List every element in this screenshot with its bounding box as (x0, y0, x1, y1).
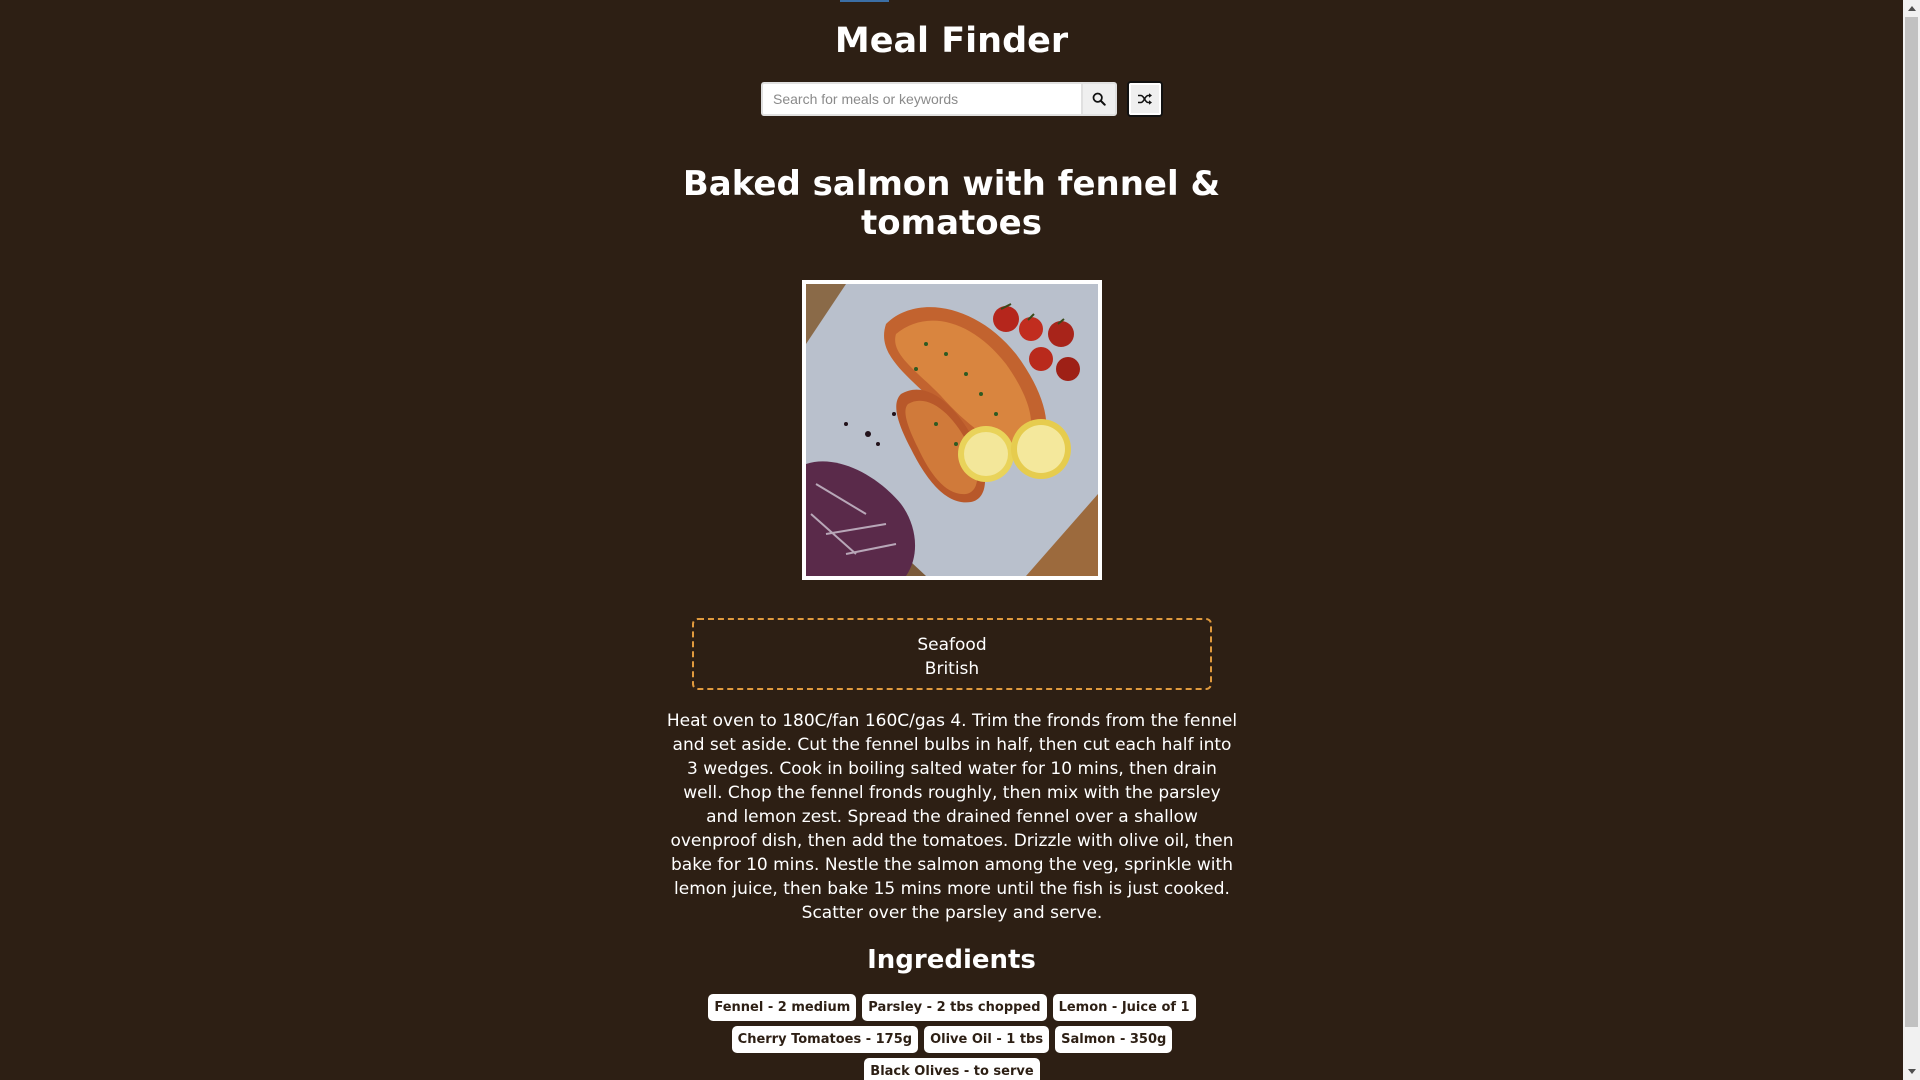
ingredient-item: Salmon - 350g (1055, 1026, 1173, 1053)
ingredient-item: Lemon - Juice of 1 (1052, 994, 1196, 1021)
meal-title-line-1: Baked salmon with fennel & (682, 164, 1221, 204)
top-accent-bar (840, 0, 889, 2)
shuffle-icon (1138, 93, 1152, 105)
search-button[interactable] (1081, 82, 1117, 116)
ingredient-item: Cherry Tomatoes - 175g (731, 1026, 919, 1053)
meal-image (802, 280, 1102, 580)
random-meal-button[interactable] (1127, 81, 1163, 117)
meal-area: British (924, 659, 980, 679)
meal-category: Seafood (917, 635, 987, 655)
caret-down-icon (1907, 1069, 1916, 1074)
ingredient-item: Black Olives - to serve (864, 1058, 1040, 1080)
meal-info-box: Seafood British (692, 618, 1212, 690)
meal-title: Baked salmon with fennel & tomatoes (0, 165, 1903, 243)
meal-photo (806, 284, 1098, 576)
page: Meal Finder Baked salmon with fennel & t… (0, 0, 1903, 1080)
meal-title-line-2: tomatoes (861, 203, 1042, 243)
ingredient-item: Fennel - 2 medium (708, 994, 857, 1021)
ingredient-item: Olive Oil - 1 tbs (924, 1026, 1050, 1053)
meal-instructions: Heat oven to 180C/fan 160C/gas 4. Trim t… (666, 711, 1238, 923)
ingredients-heading: Ingredients (867, 945, 1036, 975)
caret-up-icon (1907, 6, 1916, 11)
scroll-down-arrow[interactable] (1903, 1063, 1920, 1080)
scroll-up-arrow[interactable] (1903, 0, 1920, 17)
ingredient-item: Parsley - 2 tbs chopped (862, 994, 1047, 1021)
search-input[interactable] (761, 82, 1081, 116)
ingredients-list: Fennel - 2 medium Parsley - 2 tbs choppe… (702, 994, 1202, 1080)
search-icon (1092, 92, 1106, 106)
scrollbar-thumb[interactable] (1905, 17, 1918, 1027)
search-form (761, 81, 1163, 117)
app-title: Meal Finder (834, 21, 1069, 61)
vertical-scrollbar[interactable] (1903, 0, 1920, 1080)
